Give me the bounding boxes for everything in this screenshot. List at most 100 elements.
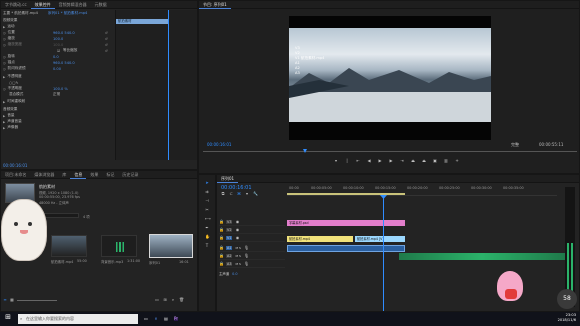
task-view-icon[interactable]: ▭ [144, 317, 148, 321]
slip-icon[interactable]: ⟷ [205, 217, 211, 221]
lock-icon[interactable]: 🔒 [219, 228, 224, 232]
tab-program[interactable]: 节目: 序列01 [199, 1, 231, 9]
scale-width-value[interactable]: 100.0 [53, 43, 63, 47]
zoom-slider[interactable] [17, 300, 57, 301]
anchor-value[interactable]: 960.0 540.0 [53, 61, 75, 65]
lock-icon[interactable]: 🔒 [219, 254, 224, 258]
tab-metadata[interactable]: 元数据 [91, 1, 111, 9]
clip-audio-a1[interactable] [287, 245, 405, 252]
step-back-icon[interactable]: ◀ [367, 159, 371, 163]
expand-icon[interactable]: ▶ [3, 100, 5, 104]
taskbar-search-input[interactable]: ⌕ 在这里输入你要搜索的内容 [18, 314, 138, 324]
scale-value[interactable]: 100.0 [53, 37, 63, 41]
track-header-v2[interactable]: 🔒 V2 ◉ [219, 227, 285, 234]
windows-start-icon[interactable]: ⊞ [4, 314, 12, 323]
blend-mode-select[interactable]: 正常 [53, 92, 60, 97]
tab-effect-controls[interactable]: 效果控件 [30, 1, 55, 9]
expand-icon[interactable]: ▶ [3, 126, 5, 130]
explorer-icon[interactable]: ▤ [164, 317, 168, 321]
video-frame[interactable]: V3 V2 V1 航拍素材.mp4 A1 A2 A3 [289, 16, 491, 140]
eye-icon[interactable]: ◉ [235, 228, 240, 232]
nest-icon[interactable]: ⧉ [221, 192, 225, 196]
stopwatch-icon[interactable]: ◷ [3, 87, 6, 91]
track-header-v3[interactable]: 🔒 V3 ◉ [219, 219, 285, 226]
pen-mask-icon[interactable]: ✎ [16, 81, 19, 85]
settings-icon[interactable]: 🔧 [253, 192, 258, 196]
mark-out-icon[interactable]: | [345, 159, 349, 163]
go-to-out-icon[interactable]: ⇥ [400, 159, 404, 163]
track-header-a2[interactable]: 🔒 A2 M S 🎙 [219, 253, 285, 260]
extract-icon[interactable]: ⏏ [422, 159, 426, 163]
ripple-edit-icon[interactable]: ⊣ [205, 199, 209, 203]
badge[interactable]: 58 [557, 289, 577, 309]
clock[interactable]: 23:03 2018/11/6 [558, 313, 576, 323]
add-marker-icon[interactable]: ▾ [245, 192, 249, 196]
type-icon[interactable]: T [205, 244, 209, 248]
thumb-audio[interactable] [101, 235, 137, 257]
selection-tool-icon[interactable]: ➤ [205, 181, 209, 185]
thumb-sequence[interactable] [149, 234, 193, 258]
clip-audio-a2[interactable] [399, 253, 565, 260]
expand-icon[interactable]: ▶ [3, 75, 5, 79]
compare-icon[interactable]: ▥ [444, 159, 448, 163]
playhead-handle[interactable] [380, 195, 387, 199]
clip-video-a[interactable]: 航拍素材.mp4 [287, 236, 353, 242]
new-item-icon[interactable]: ⊞ [163, 298, 167, 302]
go-to-in-icon[interactable]: ⇤ [356, 159, 360, 163]
reset-icon[interactable]: ↺ [105, 49, 115, 55]
lock-icon[interactable]: 🔒 [219, 236, 224, 240]
track-header-v1[interactable]: 🔒 V1 ◉ [219, 235, 285, 242]
mini-playhead[interactable] [168, 10, 169, 160]
list-view-icon[interactable]: ≡ [3, 298, 7, 302]
flicker-value[interactable]: 0.00 [53, 67, 61, 71]
edge-icon[interactable]: e [154, 317, 158, 321]
clip-video-b[interactable]: 航拍素材.mp4 [V] [355, 236, 405, 242]
snap-icon[interactable]: ⊂ [229, 192, 233, 196]
scrubber[interactable] [203, 151, 577, 152]
premiere-icon[interactable]: Pr [174, 317, 178, 321]
tab-history[interactable]: 历史记录 [118, 171, 142, 179]
thumb-aerial[interactable] [51, 235, 87, 257]
pen-icon[interactable]: ✒ [205, 226, 209, 230]
stopwatch-icon[interactable]: ◷ [3, 67, 6, 71]
fit-select[interactable]: 完整 [511, 142, 519, 148]
play-icon[interactable]: ▶ [378, 159, 382, 163]
lift-icon[interactable]: ⏏ [411, 159, 415, 163]
stopwatch-icon[interactable]: ◷ [3, 31, 6, 35]
linked-selection-icon[interactable]: ⌘ [237, 192, 241, 196]
lock-icon[interactable]: 🔒 [219, 246, 224, 250]
razor-icon[interactable]: ✂ [205, 208, 209, 212]
opacity-value[interactable]: 100.0 % [53, 87, 68, 91]
program-timecode[interactable]: 00:00:16:01 [207, 142, 231, 147]
eye-icon[interactable]: ◉ [235, 236, 240, 240]
tab-media-browser[interactable]: 媒体浏览器 [30, 171, 58, 179]
new-bin-icon[interactable]: ▭ [155, 298, 159, 302]
tab-effects[interactable]: 效果 [86, 171, 102, 179]
tab-0[interactable]: 字节跳动.cc [1, 1, 31, 9]
track-header-a3[interactable]: 🔒 A3 M S 🎙 [219, 261, 285, 268]
stopwatch-icon[interactable]: ◷ [3, 55, 6, 59]
find-icon[interactable]: ⌕ [171, 298, 175, 302]
export-frame-icon[interactable]: ▣ [433, 159, 437, 163]
position-value[interactable]: 960.0 540.0 [53, 31, 75, 35]
expand-icon[interactable]: ▶ [3, 114, 5, 118]
uniform-scale-checkbox[interactable]: ☑ [57, 49, 60, 53]
mic-icon[interactable]: 🎙 [244, 254, 249, 258]
lock-icon[interactable]: 🔒 [219, 220, 224, 224]
tab-project[interactable]: 项目:未命名 [1, 171, 30, 179]
stopwatch-icon[interactable]: ◷ [3, 43, 6, 47]
mark-in-icon[interactable]: ▾ [334, 159, 338, 163]
eye-icon[interactable]: ◉ [235, 220, 240, 224]
icon-view-icon[interactable]: ▦ [10, 298, 14, 302]
lock-icon[interactable]: 🔒 [219, 262, 224, 266]
step-forward-icon[interactable]: ▶ [389, 159, 393, 163]
mic-icon[interactable]: 🎙 [244, 262, 249, 266]
track-select-icon[interactable]: ⇉ [205, 190, 209, 194]
trash-icon[interactable]: 🗑 [179, 298, 184, 302]
expand-icon[interactable]: ▶ [3, 25, 5, 29]
time-ruler[interactable]: 00:00 00:00:05:00 00:00:10:00 00:00:15:0… [287, 184, 557, 196]
effect-mini-timeline[interactable]: 航拍素材 [115, 10, 197, 160]
tab-libraries[interactable]: 库 [58, 171, 70, 179]
mic-icon[interactable]: 🎙 [244, 246, 249, 250]
work-area-bar[interactable] [287, 193, 405, 195]
